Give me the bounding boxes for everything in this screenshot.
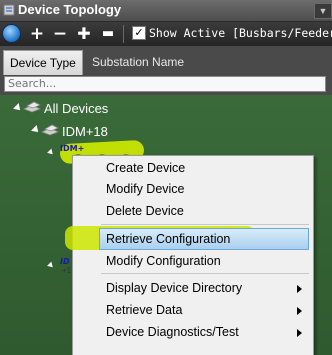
collapse-button[interactable]: − <box>50 24 70 44</box>
tab-device-type[interactable]: Device Type <box>3 50 83 75</box>
menu-item-delete-device[interactable]: Delete Device <box>106 204 184 218</box>
tree-root-label[interactable]: All Devices <box>44 101 108 116</box>
window-title: Device Topology <box>18 2 122 17</box>
title-bar: Device Topology ▼ <box>0 0 332 22</box>
show-active-label: Show Active [Busbars/Feeders] <box>149 26 332 40</box>
menu-separator <box>101 224 309 225</box>
submenu-arrow-icon <box>297 329 302 337</box>
menu-separator <box>101 273 309 274</box>
menu-item-display-device-directory[interactable]: Display Device Directory <box>106 281 242 295</box>
window-menu-button[interactable]: ▼ <box>314 3 332 19</box>
toolbar-divider <box>123 25 124 43</box>
search-input[interactable] <box>4 76 326 92</box>
menu-item-retrieve-data[interactable]: Retrieve Data <box>106 303 182 317</box>
menu-item-create-device[interactable]: Create Device <box>106 161 185 175</box>
device-topology-window: Device Topology ▼ + − ✚ ▬ ✓ Show Active … <box>0 0 332 355</box>
tab-strip: Device Type Substation Name <box>0 47 332 75</box>
device-group-icon <box>41 124 59 136</box>
menu-item-modify-configuration[interactable]: Modify Configuration <box>106 254 221 268</box>
submenu-arrow-icon <box>297 307 302 315</box>
show-active-checkbox[interactable]: ✓ <box>132 26 146 40</box>
all-devices-icon <box>23 101 41 113</box>
tab-substation-name[interactable]: Substation Name <box>86 50 190 74</box>
menu-item-device-diagnostics[interactable]: Device Diagnostics/Test <box>106 325 239 339</box>
expand-button[interactable]: + <box>27 24 47 44</box>
collapse-all-button[interactable]: ▬ <box>98 24 118 44</box>
toolbar: + − ✚ ▬ ✓ Show Active [Busbars/Feeders] <box>0 22 332 46</box>
tree-group-label[interactable]: IDM+18 <box>62 124 108 139</box>
expand-all-button[interactable]: ✚ <box>74 24 94 44</box>
menu-item-retrieve-configuration[interactable]: Retrieve Configuration <box>106 232 230 246</box>
topology-icon <box>3 4 15 16</box>
submenu-arrow-icon <box>297 285 302 293</box>
device-2-subtag: +1 <box>62 266 72 275</box>
refresh-icon[interactable] <box>3 25 20 42</box>
context-menu: Create Device Modify Device Delete Devic… <box>65 155 314 355</box>
menu-item-modify-device[interactable]: Modify Device <box>106 182 185 196</box>
device-2-tag[interactable]: ID <box>60 257 70 266</box>
